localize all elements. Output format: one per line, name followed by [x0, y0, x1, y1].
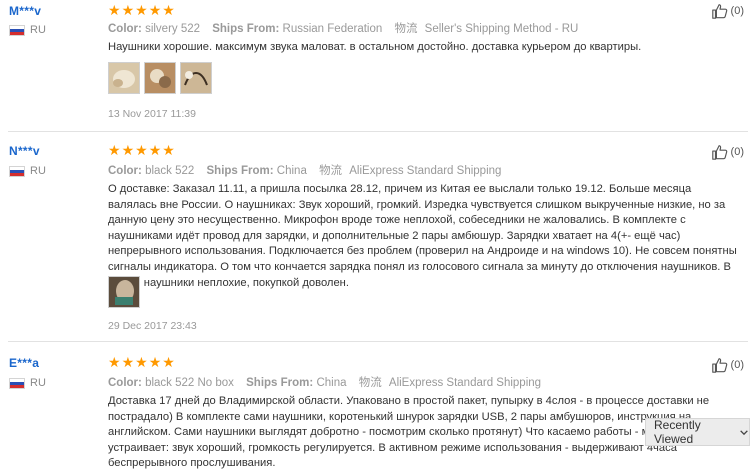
recently-viewed-button[interactable]: Recently Viewed	[645, 418, 750, 446]
color-value: black 522 No box	[145, 377, 234, 389]
review-photos	[108, 62, 216, 94]
review-photo[interactable]	[108, 62, 140, 94]
flag-ru-icon	[9, 24, 25, 36]
color-label: Color:	[108, 377, 142, 389]
country-code: RU	[30, 377, 46, 389]
star-icon: ★	[108, 354, 121, 370]
recently-viewed-label: Recently Viewed	[654, 418, 701, 446]
color-label: Color:	[108, 23, 142, 35]
flag-ru-icon	[9, 165, 25, 177]
review-photo[interactable]	[144, 62, 176, 94]
star-rating: ★ ★ ★ ★ ★	[108, 3, 176, 17]
ships-from-value: China	[276, 165, 307, 177]
review-photo[interactable]	[108, 276, 140, 308]
logistics-method: AliExpress Standard Shipping	[349, 165, 502, 177]
reviewer-name[interactable]: N***v	[9, 144, 40, 158]
color-label: Color:	[108, 165, 142, 177]
star-rating: ★ ★ ★ ★ ★	[108, 355, 176, 369]
star-icon: ★	[108, 2, 121, 18]
ships-from-label: Ships From:	[246, 377, 314, 389]
review-date: 13 Nov 2017 11:39	[108, 108, 196, 120]
star-icon: ★	[148, 354, 162, 370]
star-icon: ★	[108, 142, 121, 158]
ships-from-label: Ships From:	[206, 165, 274, 177]
helpful-count: (0)	[730, 359, 744, 371]
country-code: RU	[30, 165, 46, 177]
helpful-count: (0)	[730, 5, 744, 17]
star-icon: ★	[162, 2, 175, 18]
star-icon: ★	[121, 142, 135, 158]
thumbs-up-icon	[711, 4, 727, 19]
flag-ru-icon	[9, 377, 25, 389]
helpful-button[interactable]: (0)	[711, 356, 744, 374]
color-value: black 522	[145, 165, 195, 177]
logistics-icon: 物流	[358, 377, 382, 389]
review-date: 29 Dec 2017 23:43	[108, 320, 197, 332]
review-photos	[108, 276, 144, 308]
review-photo[interactable]	[180, 62, 212, 94]
order-info: Color: silvery 522 Ships From: Russian F…	[108, 20, 578, 36]
star-rating: ★ ★ ★ ★ ★	[108, 143, 176, 157]
star-icon: ★	[135, 2, 148, 18]
chevron-down-icon	[740, 429, 748, 435]
logistics-method: Seller's Shipping Method - RU	[424, 23, 579, 35]
reviewer-country: RU	[9, 376, 46, 390]
review-item: E***a RU ★ ★ ★ ★ ★ Color: black 522 No box S…	[0, 342, 750, 469]
helpful-button[interactable]: (0)	[711, 2, 744, 20]
thumbs-up-icon	[711, 358, 727, 373]
color-value: silvery 522	[145, 23, 201, 35]
order-info: Color: black 522 No box Ships From: Chin…	[108, 374, 541, 390]
logistics-method: AliExpress Standard Shipping	[388, 377, 542, 389]
reviewer-country: RU	[9, 164, 46, 178]
review-item: M***v RU ★ ★ ★ ★ ★ Color: silvery 522 Ships …	[0, 0, 750, 128]
ships-from-value: China	[316, 377, 347, 389]
reviewer-name[interactable]: M***v	[9, 4, 41, 18]
star-icon: ★	[162, 142, 175, 158]
review-item: N***v RU ★ ★ ★ ★ ★ Color: black 522 Ships Fr…	[0, 132, 750, 337]
thumbs-up-icon	[711, 145, 727, 160]
country-code: RU	[30, 24, 46, 36]
star-icon: ★	[148, 2, 162, 18]
star-icon: ★	[135, 142, 148, 158]
reviewer-name[interactable]: E***a	[9, 356, 39, 370]
logistics-icon: 物流	[319, 165, 343, 177]
star-icon: ★	[121, 354, 135, 370]
ships-from-label: Ships From:	[212, 23, 280, 35]
logistics-icon: 物流	[394, 23, 418, 35]
star-icon: ★	[135, 354, 148, 370]
reviewer-country: RU	[9, 23, 46, 37]
review-text: О доставке: Заказал 11.11, а пришла посы…	[108, 183, 737, 289]
ships-from-value: Russian Federation	[282, 23, 383, 35]
helpful-count: (0)	[730, 146, 744, 158]
helpful-button[interactable]: (0)	[711, 143, 744, 161]
star-icon: ★	[162, 354, 175, 370]
review-text: Наушники хорошие. максимум звука маловат…	[108, 41, 642, 53]
star-icon: ★	[121, 2, 135, 18]
star-icon: ★	[148, 142, 162, 158]
order-info: Color: black 522 Ships From: China 物流 Al…	[108, 162, 501, 178]
